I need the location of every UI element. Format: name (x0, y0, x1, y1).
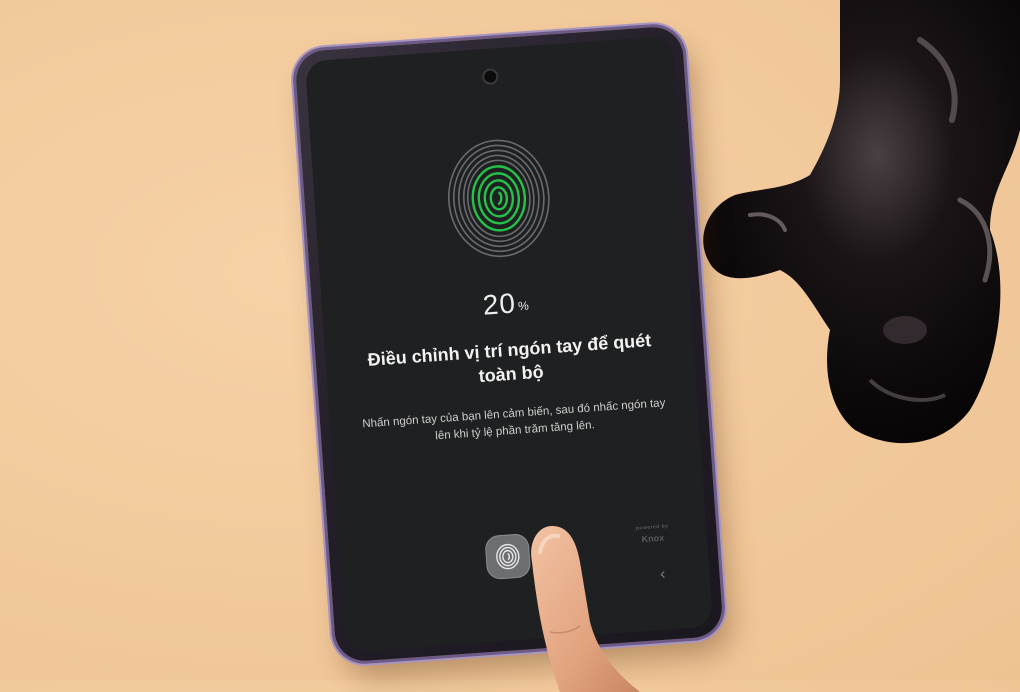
back-chevron-icon[interactable]: ‹ (660, 566, 667, 584)
progress-unit: % (517, 298, 531, 314)
photo-scene: 20% Điều chỉnh vị trí ngón tay để quét t… (0, 0, 1020, 692)
scan-progress: 20% (322, 275, 691, 333)
progress-value: 20 (481, 287, 517, 321)
fingerprint-icon (447, 139, 550, 258)
instruction-title: Điều chỉnh vị trí ngón tay để quét toàn … (367, 330, 652, 387)
fingerprint-icon (496, 543, 520, 570)
black-figurine (703, 0, 1020, 444)
finger (531, 526, 640, 692)
instruction-hint: Nhấn ngón tay của bạn lên cảm biến, sau … (361, 397, 666, 443)
front-camera (483, 70, 497, 84)
